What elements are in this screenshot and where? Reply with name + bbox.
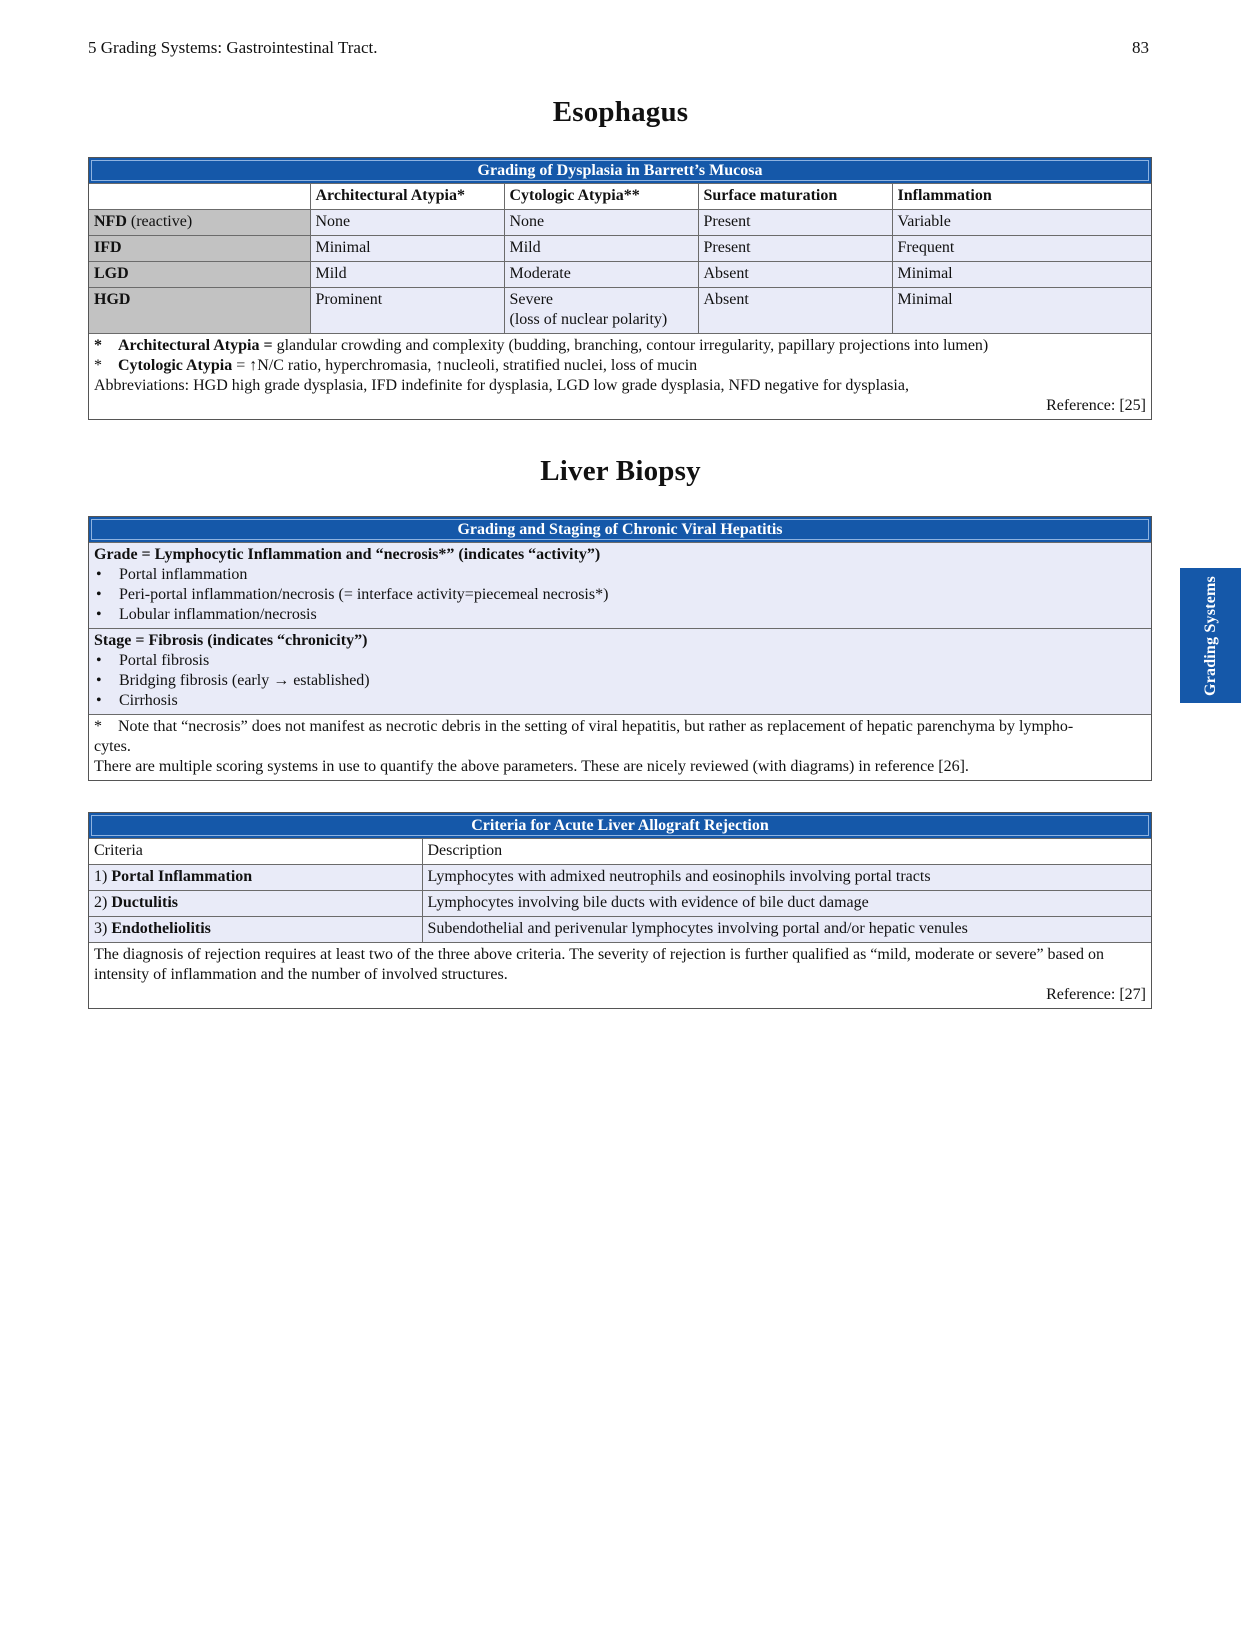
- running-head: 5 Grading Systems: Gastrointestinal Trac…: [88, 38, 378, 57]
- table-row: 2) Ductulitis Lymphocytes involving bile…: [89, 890, 1151, 917]
- table-title: Grading and Staging of Chronic Viral Hep…: [89, 517, 1151, 543]
- row-label: HGD: [89, 287, 311, 334]
- list-item: • Portal inflammation: [96, 566, 248, 583]
- table-cell: Frequent: [891, 235, 1151, 262]
- side-tab-label: Grading Systems: [1201, 575, 1219, 696]
- table-cell: Absent: [697, 261, 893, 288]
- column-header: Criteria: [89, 838, 423, 865]
- reference: Reference: [27]: [1046, 986, 1146, 1003]
- table-cell: Severe (loss of nuclear polarity): [503, 287, 699, 334]
- list-item: • Peri-portal inflammation/necrosis (= in…: [96, 586, 609, 603]
- description-cell: Subendothelial and perivenular lymphocyt…: [421, 916, 1151, 943]
- table-row: IFD Minimal Mild Present Frequent: [89, 235, 1151, 262]
- column-header: Architectural Atypia*: [309, 183, 505, 210]
- grade-heading: Grade = Lymphocytic Inflammation and “ne…: [94, 546, 601, 563]
- table-title: Criteria for Acute Liver Allograft Rejec…: [89, 813, 1151, 839]
- description-cell: Lymphocytes with admixed neutrophils and…: [421, 864, 1151, 891]
- abbreviations: Abbreviations: HGD high grade dysplasia,…: [94, 377, 909, 394]
- criteria-cell: 3) Endotheliolitis: [89, 916, 423, 943]
- table-row: LGD Mild Moderate Absent Minimal: [89, 261, 1151, 288]
- table-cell: Minimal: [891, 287, 1151, 334]
- list-item: • Lobular inflammation/necrosis: [96, 606, 317, 623]
- list-item: • Bridging fibrosis (early → established): [96, 672, 370, 689]
- list-item: • Cirrhosis: [96, 692, 178, 709]
- table-cell: Moderate: [503, 261, 699, 288]
- footnote: * Architectural Atypia = glandular crowd…: [94, 337, 989, 354]
- table-cell: Mild: [503, 235, 699, 262]
- column-header: Inflammation: [891, 183, 1151, 210]
- column-header: Description: [421, 838, 1151, 865]
- description-cell: Lymphocytes involving bile ducts with ev…: [421, 890, 1151, 917]
- stage-heading: Stage = Fibrosis (indicates “chronicity”…: [94, 632, 368, 649]
- row-label: LGD: [89, 261, 311, 288]
- table-cell: None: [309, 209, 505, 236]
- criteria-cell: 2) Ductulitis: [89, 890, 423, 917]
- table-notes: The diagnosis of rejection requires at l…: [89, 942, 1151, 1008]
- table-cell: Present: [697, 235, 893, 262]
- table-title: Grading of Dysplasia in Barrett’s Mucosa: [89, 158, 1151, 184]
- criteria-cell: 1) Portal Inflammation: [89, 864, 423, 891]
- table-row: NFD (reactive) None None Present Variabl…: [89, 209, 1151, 236]
- table-cell: Minimal: [309, 235, 505, 262]
- grade-block: Grade = Lymphocytic Inflammation and “ne…: [89, 542, 1151, 629]
- footnote-continued: cytes.: [94, 738, 131, 755]
- table-row: 3) Endotheliolitis Subendothelial and pe…: [89, 916, 1151, 943]
- reference: Reference: [25]: [1046, 397, 1146, 414]
- barrett-dysplasia-table: Grading of Dysplasia in Barrett’s Mucosa…: [88, 157, 1152, 420]
- table-cell: Prominent: [309, 287, 505, 334]
- column-header-empty: [89, 183, 311, 210]
- column-header: Cytologic Atypia**: [503, 183, 699, 210]
- stage-block: Stage = Fibrosis (indicates “chronicity”…: [89, 628, 1151, 715]
- footnote: * Note that “necrosis” does not manifest…: [94, 718, 1074, 735]
- row-label: NFD (reactive): [89, 209, 311, 236]
- column-header: Surface maturation: [697, 183, 893, 210]
- list-item: • Portal fibrosis: [96, 652, 210, 669]
- viral-hepatitis-table: Grading and Staging of Chronic Viral Hep…: [88, 516, 1152, 781]
- table-cell: Minimal: [891, 261, 1151, 288]
- allograft-rejection-table: Criteria for Acute Liver Allograft Rejec…: [88, 812, 1152, 1009]
- table-cell: None: [503, 209, 699, 236]
- section-side-tab[interactable]: Grading Systems: [1180, 568, 1241, 703]
- table-cell: Absent: [697, 287, 893, 334]
- table-footer: There are multiple scoring systems in us…: [94, 758, 969, 775]
- table-row: HGD Prominent Severe (loss of nuclear po…: [89, 287, 1151, 334]
- page-number: 83: [1132, 38, 1149, 57]
- table-footer: The diagnosis of rejection requires at l…: [94, 946, 1104, 983]
- table-notes: * Architectural Atypia = glandular crowd…: [89, 333, 1151, 419]
- row-label: IFD: [89, 235, 311, 262]
- footnote: * Cytologic Atypia = ↑N/C ratio, hyperch…: [94, 357, 698, 374]
- table-row: 1) Portal Inflammation Lymphocytes with …: [89, 864, 1151, 891]
- table-cell: Mild: [309, 261, 505, 288]
- esophagus-heading: Esophagus: [552, 96, 689, 128]
- table-cell: Variable: [891, 209, 1151, 236]
- liver-biopsy-heading: Liver Biopsy: [540, 455, 701, 487]
- table-cell: Present: [697, 209, 893, 236]
- table-notes: * Note that “necrosis” does not manifest…: [89, 714, 1151, 780]
